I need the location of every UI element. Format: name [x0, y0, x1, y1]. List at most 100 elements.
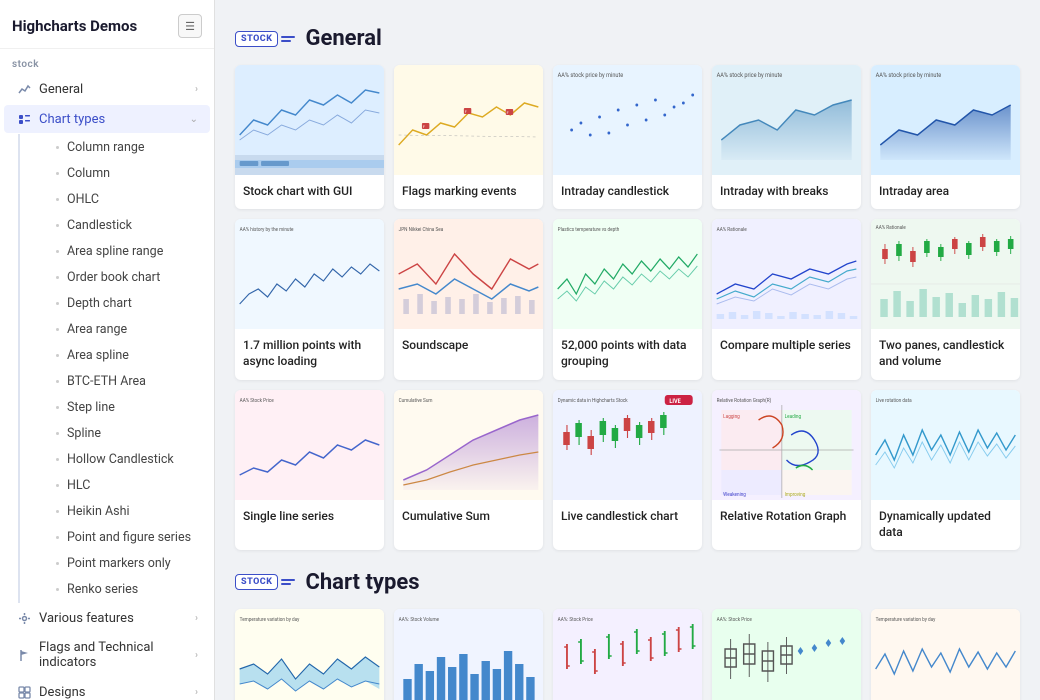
sidebar-item-various-features-label: Various features — [39, 611, 195, 626]
sidebar-toggle-button[interactable]: ☰ — [178, 14, 202, 38]
card-stock-price-ohlc[interactable]: AA%: Stock Price — [553, 609, 702, 700]
card-relative-rotation[interactable]: Relative Rotation Graph(R) Lagging Le — [712, 390, 861, 550]
stock-section-label: stock — [0, 49, 214, 74]
card-thumb-6: AA% history by the minute — [235, 219, 384, 329]
sidebar: Highcharts Demos ☰ stock General › Chart… — [0, 0, 215, 700]
sidebar-item-general[interactable]: General › — [4, 75, 210, 103]
sidebar-sub-area-range[interactable]: Area range — [24, 317, 206, 342]
sidebar-sub-heikin-ashi[interactable]: Heikin Ashi — [24, 499, 206, 524]
card-intraday-candlestick[interactable]: AA% stock price by minute — [553, 65, 702, 209]
chart-types-subnav: Column range Column OHLC Candlestick Are… — [18, 134, 210, 603]
main-content: STOCK General Stock chart with GUI — [215, 0, 1040, 700]
card-52k-points[interactable]: Plastics temperature vs depth 52,000 poi… — [553, 219, 702, 379]
card-thumb-11: AA% Stock Price — [235, 390, 384, 500]
svg-text:AA% Rationale: AA% Rationale — [876, 225, 906, 231]
svg-text:AA% stock price by minute: AA% stock price by minute — [876, 73, 942, 79]
sidebar-sub-hlc[interactable]: HLC — [24, 473, 206, 498]
chevron-right-icon4: › — [195, 687, 198, 698]
card-thumb-12: Cumulative Sum — [394, 390, 543, 500]
sidebar-sub-area-spline[interactable]: Area spline — [24, 343, 206, 368]
general-section-header: STOCK General — [235, 26, 1020, 51]
sidebar-sub-order-book[interactable]: Order book chart — [24, 265, 206, 290]
svg-text:Dynamic data in Highcharts Sto: Dynamic data in Highcharts Stock — [558, 397, 629, 403]
chart-types-section-header: STOCK Chart types — [235, 570, 1020, 595]
card-label-3: Intraday candlestick — [553, 175, 702, 209]
sidebar-item-various-features[interactable]: Various features › — [4, 604, 210, 632]
card-million-points[interactable]: AA% history by the minute 1.7 million po… — [235, 219, 384, 379]
sidebar-sub-ohlc[interactable]: OHLC — [24, 187, 206, 212]
sidebar-sub-column-range[interactable]: Column range — [24, 135, 206, 160]
sidebar-title: Highcharts Demos — [12, 17, 137, 35]
sidebar-sub-spline[interactable]: Spline — [24, 421, 206, 446]
stock-icon — [281, 36, 295, 42]
svg-text:Improving: Improving — [785, 491, 806, 497]
card-intraday-area[interactable]: AA% stock price by minute Intraday area — [871, 65, 1020, 209]
card-intraday-breaks[interactable]: AA% stock price by minute Intraday with … — [712, 65, 861, 209]
list-icon — [16, 111, 32, 127]
card-soundscape[interactable]: JPN Nikkei China Sea Soundscape — [394, 219, 543, 379]
sidebar-sub-point-markers[interactable]: Point markers only — [24, 551, 206, 576]
card-stock-volume[interactable]: AA%: Stock Volume AA%: Stock Volume — [394, 609, 543, 700]
svg-text:Relative Rotation Graph(R): Relative Rotation Graph(R) — [717, 396, 772, 403]
svg-text:Weakening: Weakening — [723, 491, 746, 497]
sidebar-sub-btc-eth[interactable]: BTC-ETH Area — [24, 369, 206, 394]
card-stock-chart-gui[interactable]: Stock chart with GUI — [235, 65, 384, 209]
card-live-candlestick[interactable]: Dynamic data in Highcharts Stock — [553, 390, 702, 550]
chart-types-cards-grid: Temperature variation by day Temperature… — [235, 609, 1020, 700]
card-label-2: Flags marking events — [394, 175, 543, 209]
chevron-down-icon: ⌄ — [190, 114, 198, 125]
sidebar-header: Highcharts Demos ☰ — [0, 0, 214, 49]
general-cards-grid: Stock chart with GUI F F F Flags marking… — [235, 65, 1020, 550]
card-thumb-15: Live rotation data — [871, 390, 1020, 500]
sidebar-sub-column[interactable]: Column — [24, 161, 206, 186]
sidebar-sub-point-figure[interactable]: Point and figure series — [24, 525, 206, 550]
stock-badge: STOCK — [235, 31, 278, 47]
chart-icon — [16, 81, 32, 97]
general-section-title: General — [305, 26, 381, 51]
card-label-7: Soundscape — [394, 329, 543, 363]
card-thumb-13: Dynamic data in Highcharts Stock — [553, 390, 702, 500]
card-temp-variation-2[interactable]: Temperature variation by day Temperature… — [871, 609, 1020, 700]
sidebar-sub-hollow-candlestick[interactable]: Hollow Candlestick — [24, 447, 206, 472]
card-dynamic-update[interactable]: Live rotation data Dynamically updated d… — [871, 390, 1020, 550]
card-thumb-4: AA% stock price by minute — [712, 65, 861, 175]
sidebar-item-designs[interactable]: Designs › — [4, 678, 210, 700]
card-stock-price-box[interactable]: AA%: Stock Price — [712, 609, 861, 700]
chevron-right-icon3: › — [195, 650, 198, 661]
card-single-line[interactable]: AA% Stock Price Single line series — [235, 390, 384, 550]
card-thumb-3: AA% stock price by minute — [553, 65, 702, 175]
sidebar-item-flags-label: Flags and Technical indicators — [39, 640, 195, 670]
card-temp-variation[interactable]: Temperature variation by day Temperature… — [235, 609, 384, 700]
sidebar-item-flags-technical[interactable]: Flags and Technical indicators › — [4, 634, 210, 676]
card-label-15: Dynamically updated data — [871, 500, 1020, 550]
svg-text:Temperature variation by day: Temperature variation by day — [240, 617, 300, 623]
card-thumb-b3: AA%: Stock Price — [553, 609, 702, 700]
svg-text:LIVE: LIVE — [669, 398, 681, 404]
svg-text:Live rotation data: Live rotation data — [876, 397, 912, 403]
stock-icon-2 — [281, 579, 295, 585]
card-label-14: Relative Rotation Graph — [712, 500, 861, 534]
card-label-8: 52,000 points with data grouping — [553, 329, 702, 379]
features-icon — [16, 610, 32, 626]
card-two-panes[interactable]: AA% Rationale — [871, 219, 1020, 379]
card-thumb-b4: AA%: Stock Price — [712, 609, 861, 700]
sidebar-sub-renko[interactable]: Renko series — [24, 577, 206, 602]
card-label-6: 1.7 million points with async loading — [235, 329, 384, 379]
sidebar-item-chart-types[interactable]: Chart types ⌄ — [4, 105, 210, 133]
chevron-right-icon2: › — [195, 613, 198, 624]
svg-text:AA%: Stock Price: AA%: Stock Price — [558, 617, 594, 623]
card-thumb-9: AA% Rationale — [712, 219, 861, 329]
sidebar-sub-candlestick[interactable]: Candlestick — [24, 213, 206, 238]
sidebar-sub-area-spline-range[interactable]: Area spline range — [24, 239, 206, 264]
card-flags-marking[interactable]: F F F Flags marking events — [394, 65, 543, 209]
chevron-right-icon: › — [195, 84, 198, 95]
sidebar-sub-depth-chart[interactable]: Depth chart — [24, 291, 206, 316]
svg-text:AA%: Stock Price: AA%: Stock Price — [717, 617, 753, 623]
card-compare-series[interactable]: AA% Rationale — [712, 219, 861, 379]
card-cumulative-sum[interactable]: Cumulative Sum Cumulative Sum — [394, 390, 543, 550]
svg-text:Lagging: Lagging — [723, 413, 740, 419]
svg-text:AA% stock price by minute: AA% stock price by minute — [717, 73, 783, 79]
svg-text:Temperature variation by day: Temperature variation by day — [876, 617, 936, 623]
chart-types-section-title: Chart types — [305, 570, 419, 595]
sidebar-sub-step-line[interactable]: Step line — [24, 395, 206, 420]
